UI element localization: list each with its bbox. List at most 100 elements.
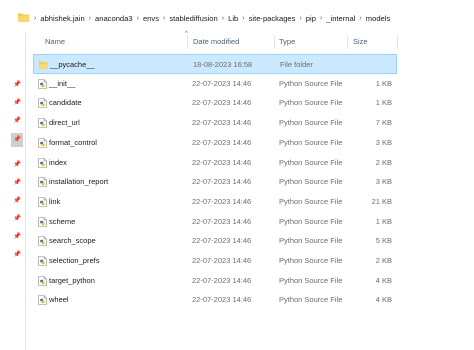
chevron-right-icon[interactable]: ›: [242, 15, 244, 22]
chevron-right-icon[interactable]: ›: [222, 15, 224, 22]
file-size: [360, 55, 393, 75]
file-date: 22-07-2023 14:46: [192, 196, 252, 206]
column-date-header[interactable]: Date modified: [193, 34, 239, 50]
file-row[interactable]: scheme 22-07-2023 14:46 Python Source File…: [33, 212, 397, 232]
file-name: target_python: [49, 275, 95, 285]
file-size: 21 KB: [371, 196, 392, 206]
pin-icon[interactable]: 📌: [13, 117, 21, 125]
column-divider[interactable]: [274, 35, 275, 49]
file-row[interactable]: direct_url 22-07-2023 14:46 Python Source …: [33, 113, 397, 133]
chevron-right-icon[interactable]: ›: [89, 15, 91, 22]
pin-icon[interactable]: 📌: [13, 233, 21, 241]
file-size: 7 KB: [375, 118, 392, 128]
file-size: 3 KB: [375, 177, 392, 187]
breadcrumb: › abhishek.jain › anaconda3 › envs › stablediff…: [30, 11, 390, 25]
column-header: ^ Name Date modified Type Size: [33, 31, 473, 50]
folder-icon: [39, 61, 48, 70]
breadcrumb-item[interactable]: envs: [143, 14, 159, 23]
file-date: 18-08-2023 16:58: [193, 60, 253, 69]
file-row[interactable]: search_scope 22-07-2023 14:46 Python Sourc…: [33, 231, 397, 251]
chevron-right-icon[interactable]: ›: [359, 15, 361, 22]
pin-icon[interactable]: 📌: [13, 215, 21, 223]
breadcrumb-item[interactable]: pip: [306, 14, 316, 23]
file-name: format_control: [49, 137, 97, 147]
chevron-right-icon[interactable]: ›: [137, 15, 139, 22]
file-type: Python Source File: [279, 98, 343, 108]
file-row[interactable]: candidate 22-07-2023 14:46 Python Source F…: [33, 93, 397, 113]
file-date: 22-07-2023 14:46: [192, 216, 252, 226]
file-name: direct_url: [49, 118, 80, 128]
pin-icon[interactable]: 📌: [13, 179, 21, 187]
file-type: Python Source File: [279, 157, 343, 167]
breadcrumb-item[interactable]: abhishek.jain: [40, 14, 84, 23]
file-row[interactable]: __init__ 22-07-2023 14:46 Python Source Fi…: [33, 74, 397, 94]
chevron-right-icon[interactable]: ›: [34, 15, 36, 22]
file-type: Python Source File: [279, 196, 343, 206]
file-type: Python Source File: [279, 236, 343, 246]
file-name: installation_report: [49, 177, 109, 187]
column-divider[interactable]: [187, 35, 188, 49]
file-type: Python Source File: [279, 137, 343, 147]
file-date: 22-07-2023 14:46: [192, 98, 252, 108]
file-name: scheme: [49, 216, 76, 226]
chevron-right-icon[interactable]: ›: [299, 15, 301, 22]
file-name: candidate: [49, 98, 82, 108]
file-name: wheel: [49, 295, 69, 305]
file-name: link: [49, 196, 61, 206]
breadcrumb-item[interactable]: models: [366, 14, 390, 23]
file-type: Python Source File: [279, 118, 343, 128]
folder-icon: [18, 13, 29, 22]
pin-icon[interactable]: 📌: [11, 133, 23, 147]
file-size: 5 KB: [375, 236, 392, 246]
file-date: 22-07-2023 14:46: [192, 157, 252, 167]
file-row[interactable]: __pycache__ 18-08-2023 16:58 File folder: [33, 54, 397, 74]
pin-icon[interactable]: 📌: [13, 81, 21, 89]
file-row[interactable]: index 22-07-2023 14:46 Python Source File 2…: [33, 153, 397, 173]
chevron-right-icon[interactable]: ›: [163, 15, 165, 22]
file-type: Python Source File: [279, 177, 343, 187]
pin-icon[interactable]: 📌: [13, 99, 21, 107]
column-type-header[interactable]: Type: [279, 34, 295, 50]
column-divider[interactable]: [397, 35, 398, 49]
column-divider[interactable]: [347, 35, 348, 49]
address-bar[interactable]: › abhishek.jain › anaconda3 › envs › stablediff…: [0, 0, 474, 33]
file-date: 22-07-2023 14:46: [192, 236, 252, 246]
file-name: __init__: [49, 78, 76, 88]
file-size: 1 KB: [375, 78, 392, 88]
file-row[interactable]: target_python 22-07-2023 14:46 Python Sour…: [33, 271, 397, 291]
breadcrumb-item[interactable]: anaconda3: [95, 14, 133, 23]
file-type: Python Source File: [279, 256, 343, 265]
file-row[interactable]: format_control 22-07-2023 14:46 Python Sou…: [33, 133, 397, 153]
breadcrumb-item[interactable]: Lib: [228, 14, 238, 23]
file-size: 2 KB: [375, 157, 392, 167]
breadcrumb-item[interactable]: stablediffusion: [169, 14, 217, 23]
pin-icon[interactable]: 📌: [13, 197, 21, 205]
pin-icon[interactable]: 📌: [13, 161, 21, 169]
file-type: File folder: [280, 60, 313, 69]
file-date: 22-07-2023 14:46: [192, 256, 252, 265]
file-row[interactable]: selection_prefs 22-07-2023 14:46 Python So…: [33, 251, 397, 271]
file-size: 4 KB: [375, 295, 392, 305]
column-name-header[interactable]: Name: [45, 34, 65, 50]
file-name: __pycache__: [50, 60, 95, 69]
file-row[interactable]: installation_report 22-07-2023 14:46 Pytho…: [33, 172, 397, 192]
file-name: index: [49, 157, 67, 167]
column-size-header[interactable]: Size: [353, 34, 368, 50]
file-size: 4 KB: [375, 275, 392, 285]
python-file-icon: [38, 216, 47, 227]
python-file-icon: [38, 236, 47, 247]
pin-icon[interactable]: 📌: [13, 251, 21, 259]
python-file-icon: [38, 275, 47, 286]
chevron-right-icon[interactable]: ›: [320, 15, 322, 22]
file-row[interactable]: link 22-07-2023 14:46 Python Source File 21…: [33, 192, 397, 212]
python-file-icon: [38, 295, 47, 306]
file-date: 22-07-2023 14:46: [192, 78, 252, 88]
file-type: Python Source File: [279, 275, 343, 285]
breadcrumb-item[interactable]: site-packages: [249, 14, 296, 23]
breadcrumb-item[interactable]: _internal: [326, 14, 355, 23]
file-row[interactable]: wheel 22-07-2023 14:46 Python Source File 4…: [33, 290, 397, 310]
python-file-icon: [38, 177, 47, 187]
python-file-icon: [38, 98, 47, 109]
file-type: Python Source File: [279, 295, 343, 305]
file-date: 22-07-2023 14:46: [192, 177, 252, 187]
